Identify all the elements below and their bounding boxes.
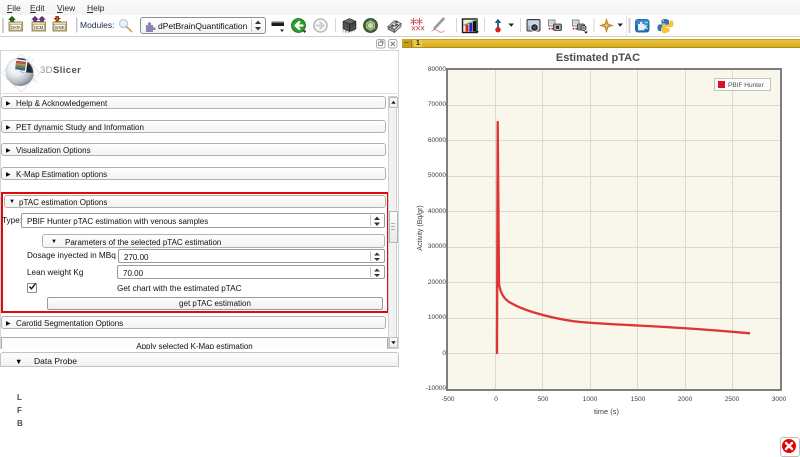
svg-text:SAVE: SAVE bbox=[55, 25, 65, 30]
svg-text:DCM: DCM bbox=[34, 25, 43, 30]
svg-text:DATA: DATA bbox=[11, 25, 21, 30]
